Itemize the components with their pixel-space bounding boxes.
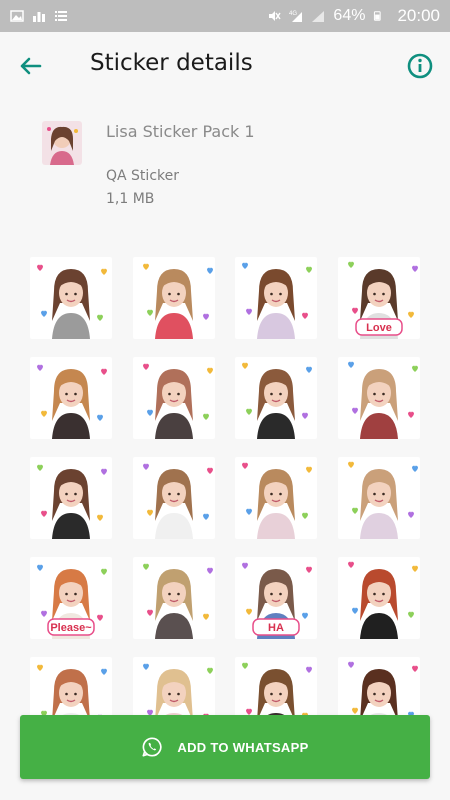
sticker-image [235,257,318,339]
info-icon[interactable] [404,50,436,82]
sticker-caption: Love [355,318,403,336]
sticker-caption: Please~ [47,618,95,636]
sticker-item[interactable] [123,248,226,348]
pack-size: 1,1 MB [106,191,155,207]
sticker-item[interactable] [328,548,431,648]
sticker-image [235,457,318,539]
sticker-item[interactable] [20,448,123,548]
battery-icon [374,11,382,21]
sticker-item[interactable]: Love [328,248,431,348]
image-icon [10,10,24,22]
network-type: 4G [289,11,297,17]
wifi-icon [312,11,325,22]
sticker-item[interactable]: HA [225,548,328,648]
sticker-item[interactable]: Please~ [20,548,123,648]
svg-text:HA: HA [268,622,284,634]
add-to-whatsapp-label: ADD TO WHATSAPP [177,739,309,755]
sticker-image [30,357,113,439]
chart-icon [33,12,45,22]
sticker-image [132,557,215,639]
add-to-whatsapp-button[interactable]: ADD TO WHATSAPP [20,715,430,779]
battery-percent: 64% [333,7,366,24]
sticker-item[interactable] [20,348,123,448]
sticker-image: HA [235,557,318,639]
page-title: Sticker details [90,50,253,76]
status-bar: 4G 64% 20:00 [0,0,450,32]
sticker-item[interactable] [20,248,123,348]
svg-text:Love: Love [366,322,392,334]
sticker-image [30,257,113,339]
app-bar: Sticker details [0,32,450,100]
sticker-caption: HA [252,618,300,636]
sticker-item[interactable] [328,448,431,548]
sticker-item[interactable] [225,448,328,548]
sticker-image [235,357,318,439]
sticker-item[interactable] [123,348,226,448]
pack-name: Lisa Sticker Pack 1 [106,122,255,141]
system-icons: 4G 64% 20:00 [267,6,440,26]
sticker-item[interactable] [123,448,226,548]
sticker-image [132,257,215,339]
sticker-item[interactable] [225,248,328,348]
mute-icon [269,11,282,21]
sticker-image [30,457,113,539]
sticker-item[interactable] [225,348,328,448]
pack-publisher: QA Sticker [106,168,179,184]
arrow-back-icon[interactable] [14,50,46,82]
sticker-image [132,457,215,539]
svg-text:Please~: Please~ [51,622,93,634]
sticker-grid: Love Please~ HA [20,248,430,748]
clock: 20:00 [397,6,440,25]
sticker-image [337,457,420,539]
sticker-item[interactable] [123,548,226,648]
whatsapp-icon [142,737,162,757]
list-icon [55,11,67,21]
sticker-image [132,357,215,439]
sticker-item[interactable] [328,348,431,448]
pack-tray-image [42,121,82,165]
sticker-image: Please~ [30,557,113,639]
notification-icons [10,9,68,23]
signal-icon: 4G [289,11,303,22]
sticker-image [337,557,420,639]
sticker-image [337,357,420,439]
sticker-image: Love [337,257,420,339]
